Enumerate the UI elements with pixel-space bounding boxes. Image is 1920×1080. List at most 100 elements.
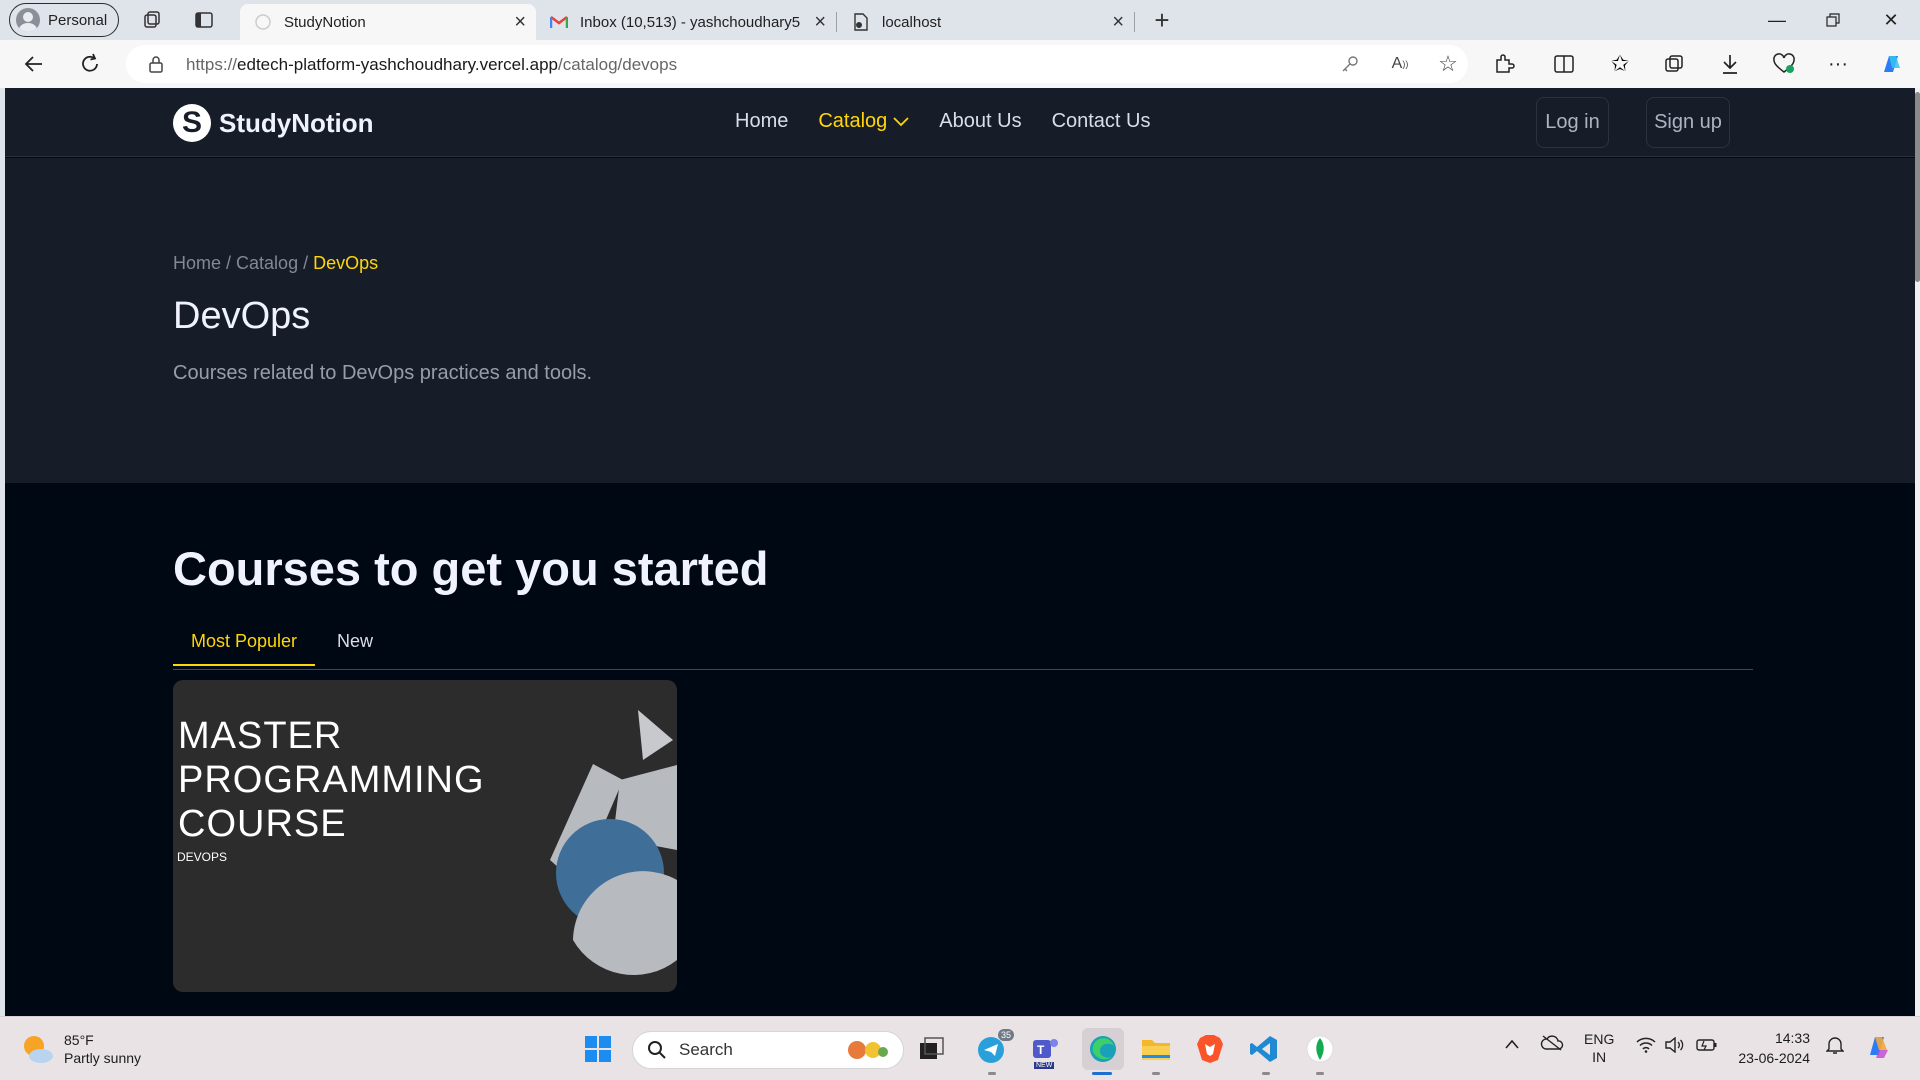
task-view-icon[interactable] xyxy=(914,1031,950,1067)
svg-text:T: T xyxy=(1037,1043,1045,1057)
tab-actions-icon[interactable] xyxy=(192,8,216,32)
workspaces-icon[interactable] xyxy=(140,8,164,32)
section-heading: Courses to get you started xyxy=(173,542,769,595)
copilot-icon[interactable] xyxy=(1878,50,1906,78)
system-clock[interactable]: 14:33 23-06-2024 xyxy=(1730,1028,1810,1068)
brand-name: StudyNotion xyxy=(219,107,374,138)
restore-icon[interactable] xyxy=(1810,6,1856,34)
favorite-star-icon[interactable]: ☆ xyxy=(1434,50,1462,78)
chevron-up-icon[interactable] xyxy=(1504,1037,1520,1053)
tab-title: localhost xyxy=(882,13,942,31)
course-card[interactable]: MASTER PROGRAMMING COURSE DEVOPS xyxy=(173,680,677,992)
main-nav: Home Catalog About Us Contact Us xyxy=(735,110,1151,133)
signup-button[interactable]: Sign up xyxy=(1646,97,1730,148)
site-logo[interactable]: S StudyNotion xyxy=(173,104,374,142)
favorites-icon[interactable]: ✩ xyxy=(1606,50,1634,78)
lock-icon[interactable] xyxy=(148,55,164,78)
search-highlight-icon xyxy=(845,1038,889,1067)
onedrive-offline-icon[interactable] xyxy=(1540,1035,1564,1054)
tab-new[interactable]: New xyxy=(319,631,391,664)
nav-contact[interactable]: Contact Us xyxy=(1052,110,1151,133)
breadcrumb-separator: / xyxy=(298,253,314,273)
language-indicator[interactable]: ENG IN xyxy=(1584,1030,1614,1066)
breadcrumb-separator: / xyxy=(221,253,237,273)
tab-most-popular[interactable]: Most Populer xyxy=(173,631,316,666)
close-tab-icon[interactable]: × xyxy=(514,12,526,32)
new-tab-icon[interactable]: + xyxy=(1150,5,1174,35)
password-key-icon[interactable] xyxy=(1336,50,1364,78)
tab-localhost[interactable]: localhost × xyxy=(838,4,1134,40)
page-scrollbar[interactable] xyxy=(1915,88,1920,1016)
nav-catalog[interactable]: Catalog xyxy=(818,110,909,133)
file-explorer-icon[interactable] xyxy=(1138,1031,1174,1067)
battery-icon[interactable] xyxy=(1696,1038,1718,1055)
read-aloud-icon[interactable]: A)) xyxy=(1386,50,1414,78)
tab-studynotion[interactable]: StudyNotion × xyxy=(240,4,536,40)
nav-about[interactable]: About Us xyxy=(939,110,1021,133)
profile-button[interactable]: Personal xyxy=(9,3,119,37)
close-window-icon[interactable]: ✕ xyxy=(1868,6,1914,34)
close-tab-icon[interactable]: × xyxy=(814,12,826,32)
breadcrumb-home[interactable]: Home xyxy=(173,253,221,273)
clock-date: 23-06-2024 xyxy=(1738,1050,1810,1066)
chevron-down-icon xyxy=(893,116,909,126)
teams-new-badge: NEW xyxy=(1034,1062,1055,1069)
mongodb-compass-icon[interactable] xyxy=(1302,1031,1338,1067)
tab-gmail[interactable]: Inbox (10,513) - yashchoudhary5 × xyxy=(536,4,836,40)
vscode-icon[interactable] xyxy=(1246,1031,1282,1067)
clock-time: 14:33 xyxy=(1774,1030,1810,1046)
search-placeholder: Search xyxy=(679,1040,733,1059)
tab-title: Inbox (10,513) - yashchoudhary5 xyxy=(580,13,801,31)
nav-catalog-label: Catalog xyxy=(818,110,888,132)
windows-start-icon[interactable] xyxy=(580,1031,616,1067)
gmail-icon xyxy=(550,13,568,31)
tab-title: StudyNotion xyxy=(284,13,366,31)
taskbar-search[interactable]: Search xyxy=(632,1031,904,1069)
profile-label: Personal xyxy=(48,11,108,29)
region-code: IN xyxy=(1592,1049,1607,1065)
collections-icon[interactable] xyxy=(1660,50,1688,78)
edge-icon[interactable] xyxy=(1082,1028,1124,1070)
login-button[interactable]: Log in xyxy=(1536,97,1609,148)
thumbnail-title: MASTER PROGRAMMING COURSE xyxy=(178,715,485,845)
telegram-icon[interactable]: 35 xyxy=(974,1029,1014,1067)
category-description: Courses related to DevOps practices and … xyxy=(173,362,593,384)
back-icon[interactable] xyxy=(20,50,48,78)
close-tab-icon[interactable]: × xyxy=(1112,12,1124,32)
site-navbar: S StudyNotion Home Catalog About Us Cont… xyxy=(5,88,1915,157)
browser-essentials-icon[interactable] xyxy=(1770,50,1798,78)
url-text: https://edtech-platform-yashchoudhary.ve… xyxy=(186,55,678,74)
copilot-taskbar-icon[interactable] xyxy=(1864,1031,1894,1064)
partly-sunny-icon xyxy=(20,1032,54,1066)
notifications-bell-icon[interactable] xyxy=(1825,1035,1845,1058)
brave-icon[interactable] xyxy=(1192,1031,1228,1067)
volume-icon[interactable] xyxy=(1664,1036,1684,1056)
breadcrumb: Home / Catalog / DevOps xyxy=(173,253,378,274)
course-tabs: Most Populer New xyxy=(173,620,1753,670)
page-title: DevOps xyxy=(173,295,311,337)
thumbnail-tag: DEVOPS xyxy=(177,850,228,864)
downloads-icon[interactable] xyxy=(1716,50,1744,78)
refresh-icon[interactable] xyxy=(76,50,104,78)
page-icon xyxy=(852,13,870,31)
nav-home[interactable]: Home xyxy=(735,110,788,133)
teams-icon[interactable]: T NEW xyxy=(1028,1031,1064,1069)
breadcrumb-current: DevOps xyxy=(313,253,379,273)
weather-condition: Partly sunny xyxy=(64,1050,142,1066)
logo-mark: S xyxy=(173,104,211,142)
breadcrumb-catalog[interactable]: Catalog xyxy=(236,253,298,273)
wifi-icon[interactable] xyxy=(1636,1037,1656,1056)
tab-separator xyxy=(1134,12,1135,32)
windows-taskbar: 85°F Partly sunny Search 35 T NEW ENG IN… xyxy=(0,1016,1920,1080)
more-menu-icon[interactable]: ··· xyxy=(1824,50,1852,78)
browser-toolbar: https://edtech-platform-yashchoudhary.ve… xyxy=(0,40,1920,88)
course-name-cutoff xyxy=(173,1006,693,1016)
browser-tab-strip: Personal StudyNotion × Inbox (10,513) - … xyxy=(0,0,1920,40)
language-code: ENG xyxy=(1584,1031,1615,1047)
minimize-icon[interactable]: — xyxy=(1754,6,1800,34)
search-icon xyxy=(648,1041,666,1059)
split-screen-icon[interactable] xyxy=(1550,50,1578,78)
extensions-icon[interactable] xyxy=(1490,50,1518,78)
weather-widget[interactable]: 85°F Partly sunny xyxy=(20,1031,141,1067)
address-bar[interactable]: https://edtech-platform-yashchoudhary.ve… xyxy=(126,45,1468,83)
